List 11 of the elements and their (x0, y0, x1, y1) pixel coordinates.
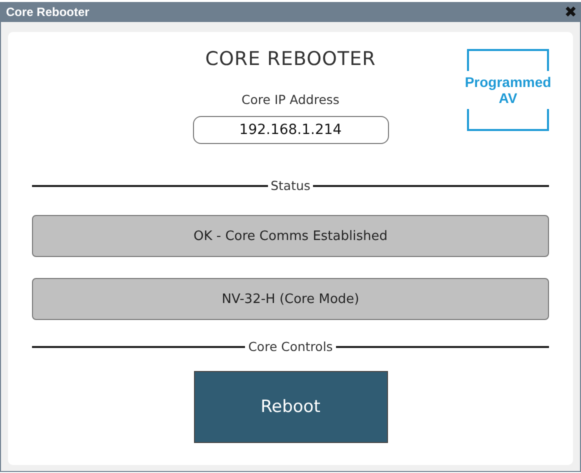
status-display: OK - Core Comms Established (32, 215, 549, 257)
reboot-button[interactable]: Reboot (194, 371, 388, 443)
close-button[interactable]: ✖ (564, 4, 577, 20)
ip-address-field[interactable]: 192.168.1.214 (192, 116, 388, 144)
window-title: Core Rebooter (6, 5, 90, 19)
status-display: NV-32-H (Core Mode) (32, 278, 549, 320)
logo: Programmed AV (467, 49, 549, 131)
section-title: Status (270, 178, 310, 193)
field-label: Core IP Address (242, 92, 340, 107)
section-title: Core Controls (248, 339, 333, 354)
heading: CORE REBOOTER (205, 48, 376, 70)
